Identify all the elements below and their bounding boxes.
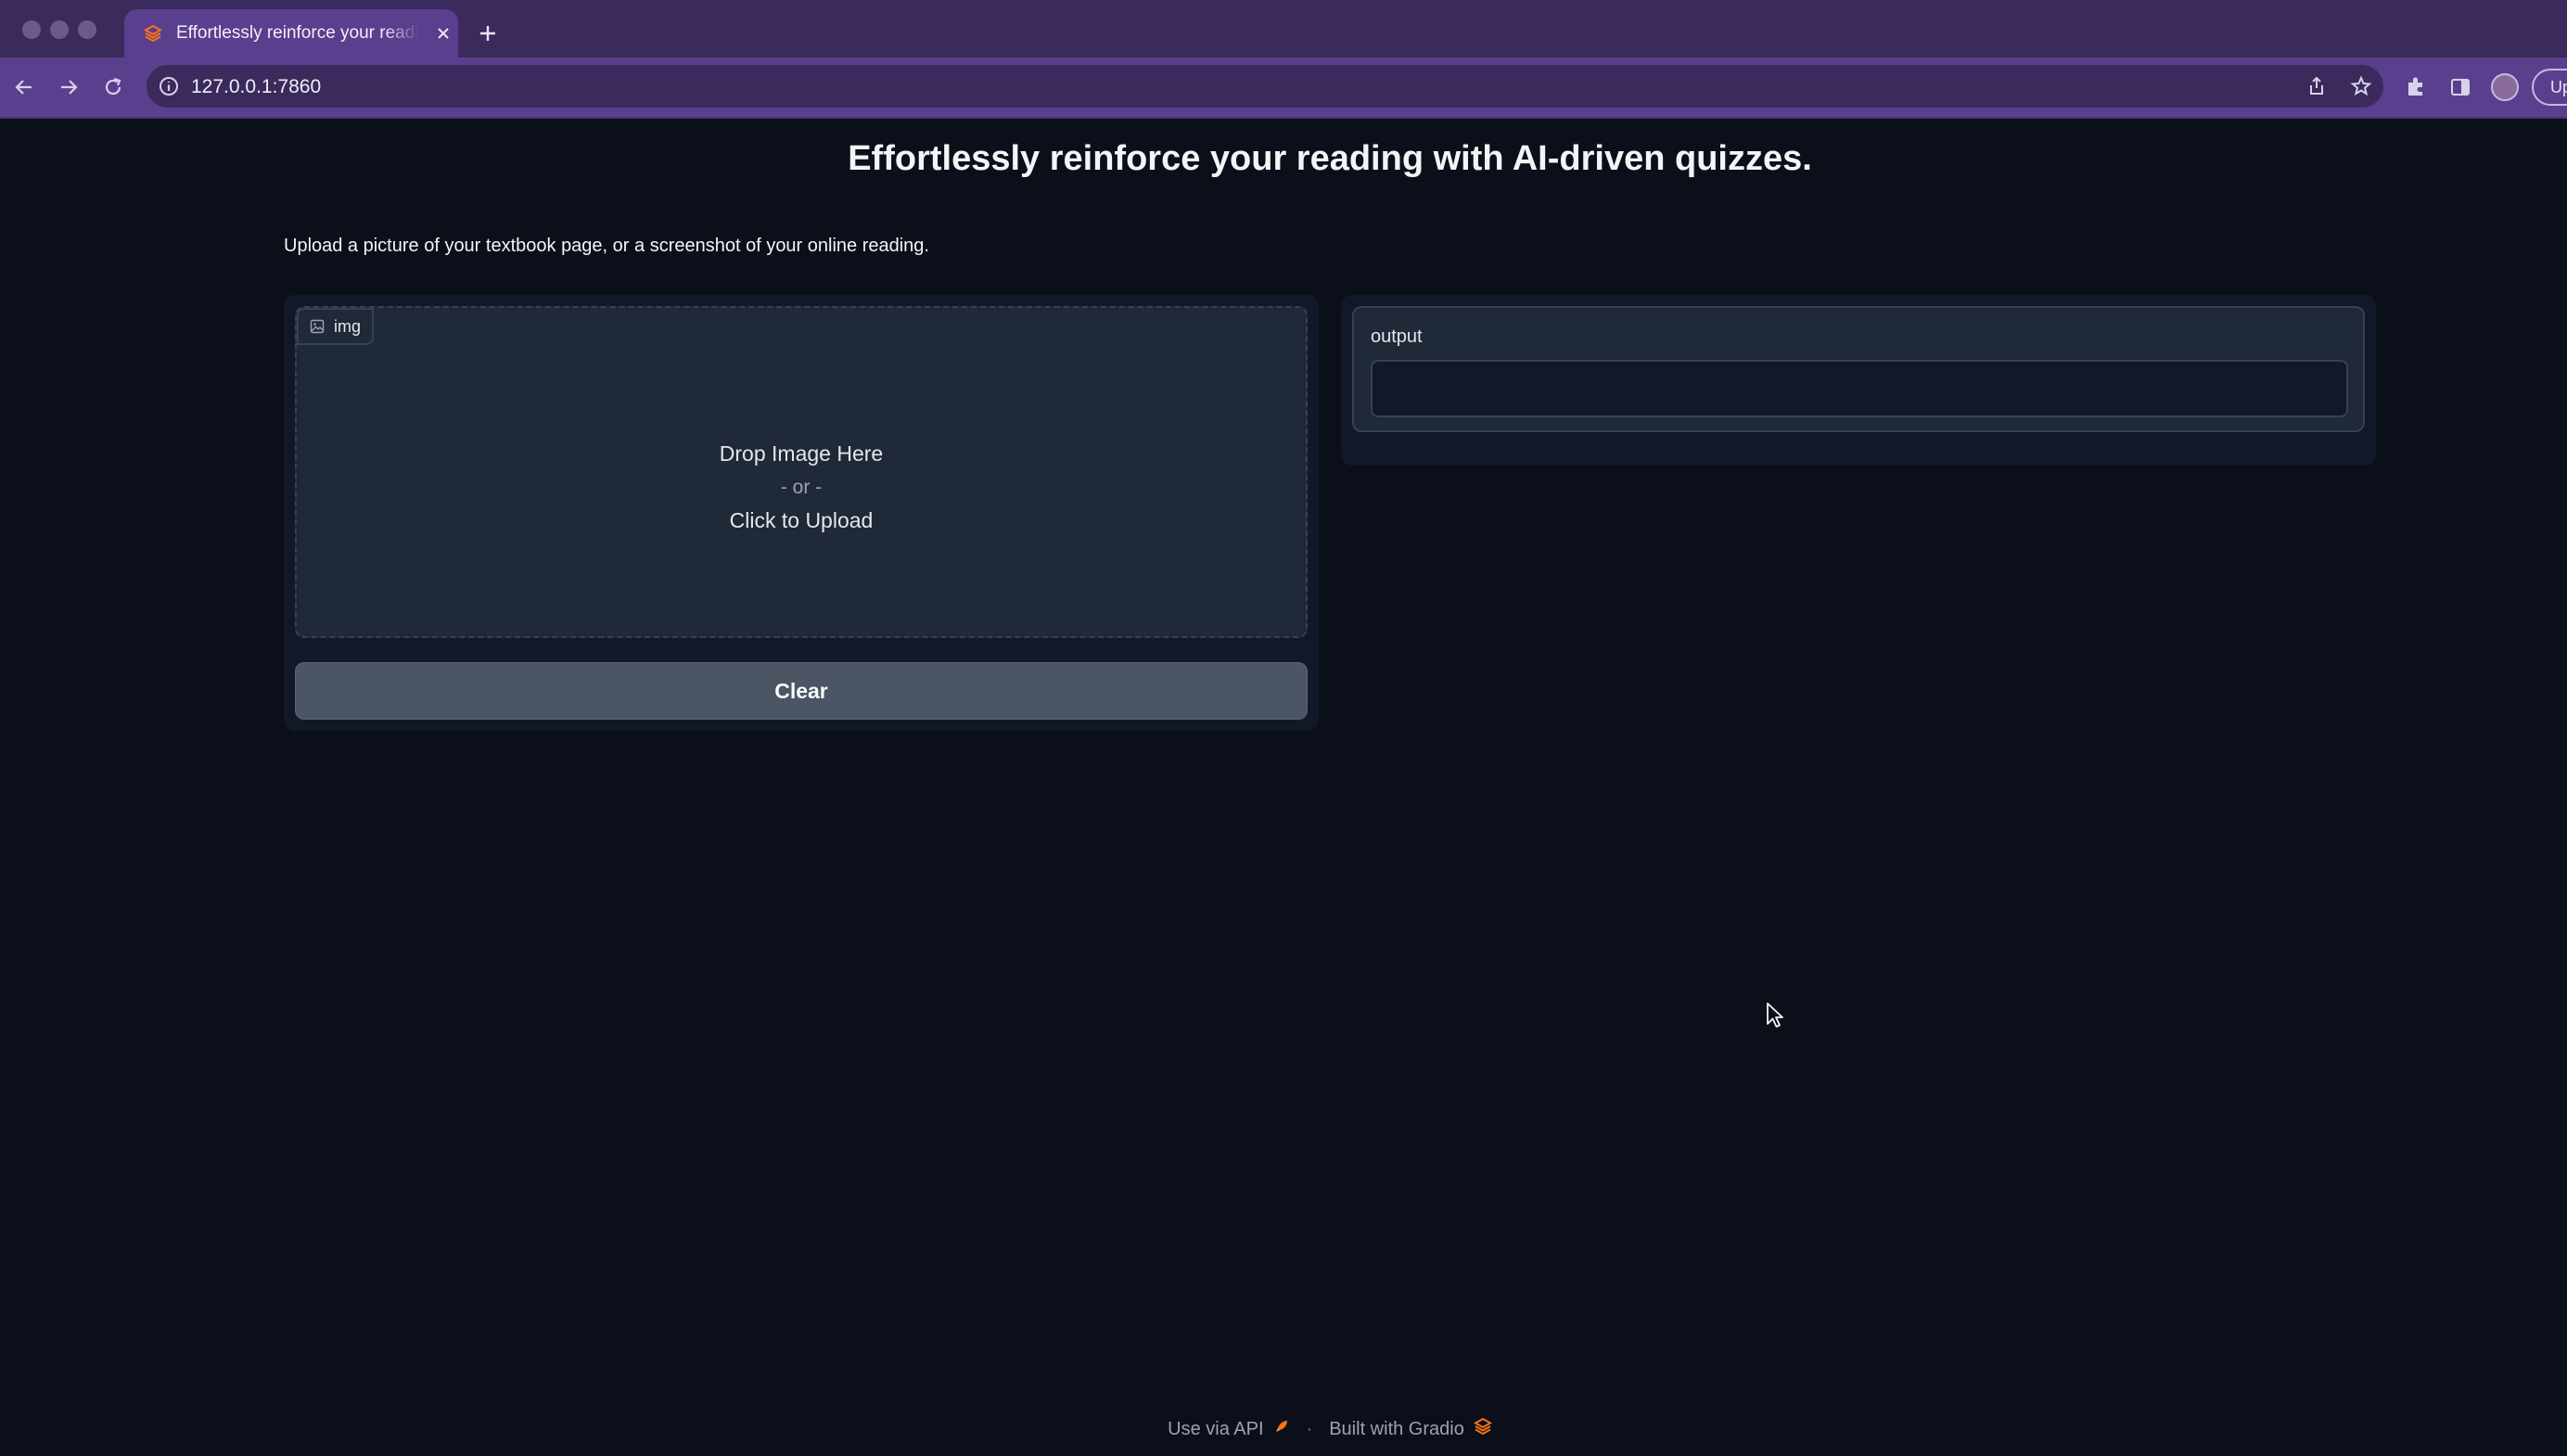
back-arrow-icon[interactable]: [9, 72, 39, 102]
browser-tab-bar: Effortlessly reinforce your reading with…: [0, 0, 2567, 57]
output-textbox[interactable]: [1371, 360, 2348, 417]
extensions-puzzle-icon[interactable]: [2404, 75, 2428, 99]
update-button[interactable]: Up: [2532, 69, 2567, 106]
new-tab-icon[interactable]: [473, 19, 503, 48]
clear-button[interactable]: Clear: [295, 662, 1308, 720]
drop-image-text: Drop Image Here: [719, 441, 884, 466]
window-close-dot[interactable]: [22, 20, 41, 39]
gradio-logo-icon: [1473, 1417, 1492, 1441]
tab-title: Effortlessly reinforce your reading with…: [176, 23, 419, 43]
window-minimize-dot[interactable]: [50, 20, 69, 39]
site-info-icon[interactable]: [158, 75, 180, 97]
address-bar[interactable]: 127.0.0.1:7860: [147, 65, 2383, 108]
mouse-cursor-icon: [1767, 1003, 1783, 1028]
output-panel: output: [1341, 295, 2376, 466]
reload-icon[interactable]: [98, 72, 128, 102]
tab-close-icon[interactable]: [432, 22, 454, 45]
output-block: output: [1352, 306, 2365, 432]
use-via-api-link[interactable]: Use via API: [1168, 1419, 1263, 1440]
click-to-upload-text: Click to Upload: [729, 508, 874, 532]
footer: Use via API · Built with Gradio: [0, 1417, 2567, 1441]
gradio-favicon-icon: [143, 23, 163, 44]
url-text: 127.0.0.1:7860: [191, 76, 322, 97]
image-icon: [310, 319, 325, 334]
image-block-label: img: [297, 308, 375, 345]
image-upload-dropzone[interactable]: img Drop Image Here - or - Click to Uplo…: [295, 306, 1308, 638]
output-label: output: [1371, 326, 1423, 347]
page-title: Effortlessly reinforce your reading with…: [848, 139, 1812, 178]
or-text: - or -: [780, 477, 823, 498]
image-label-text: img: [334, 316, 362, 336]
rocket-icon: [1273, 1418, 1290, 1440]
page-description: Upload a picture of your textbook page, …: [284, 236, 929, 256]
input-panel: img Drop Image Here - or - Click to Uplo…: [284, 295, 1319, 731]
forward-arrow-icon[interactable]: [54, 72, 83, 102]
footer-separator: ·: [1306, 1418, 1313, 1439]
window-zoom-dot[interactable]: [78, 20, 96, 39]
side-panel-icon[interactable]: [2448, 75, 2472, 99]
browser-tab-active[interactable]: Effortlessly reinforce your reading with…: [124, 9, 458, 57]
profile-avatar[interactable]: [2491, 73, 2519, 101]
built-with-gradio-link[interactable]: Built with Gradio: [1329, 1419, 1464, 1440]
share-icon[interactable]: [2305, 75, 2328, 97]
browser-toolbar: 127.0.0.1:7860 Up: [0, 57, 2567, 119]
bookmark-star-icon[interactable]: [2350, 75, 2372, 97]
